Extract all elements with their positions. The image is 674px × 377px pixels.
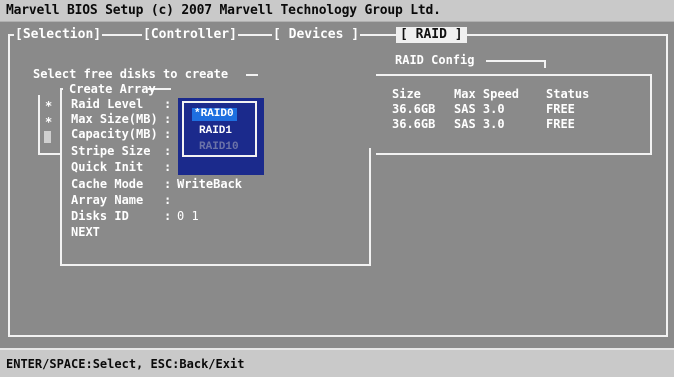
raid-config-underline-tick	[544, 60, 546, 68]
disk-status: FREE	[546, 117, 575, 131]
disks-panel-left	[38, 95, 40, 155]
status-bar: ENTER/SPACE:Select, ESC:Back/Exit	[0, 348, 674, 377]
column-header-status: Status	[546, 87, 590, 101]
column-header-max-speed: Max Speed	[454, 87, 520, 101]
next-button[interactable]: NEXT	[71, 226, 100, 239]
frame-bottom-line	[8, 335, 668, 337]
cache-mode-value[interactable]: WriteBack	[177, 178, 242, 191]
field-colon: :	[164, 144, 172, 158]
frame-right-line	[666, 34, 668, 337]
disks-id-value: 0 1	[177, 209, 199, 223]
tab-devices[interactable]: [ Devices ]	[272, 28, 361, 42]
raid-option-raid0[interactable]: *RAID0	[192, 108, 237, 121]
title-text: Marvell BIOS Setup (c) 2007 Marvell Tech…	[6, 3, 441, 18]
field-colon: :	[164, 160, 172, 174]
field-label-disks-id[interactable]: Disks ID	[71, 210, 129, 223]
field-colon: :	[164, 193, 172, 207]
dialog-right-line	[369, 148, 371, 266]
disks-panel-top-left	[246, 74, 258, 76]
tab-raid[interactable]: [ RAID ]	[396, 27, 467, 43]
raid-option-raid1[interactable]: RAID1	[199, 125, 232, 138]
disk-marker[interactable]: *	[45, 100, 52, 113]
field-colon: :	[164, 97, 172, 111]
disk-speed: SAS 3.0	[454, 102, 505, 116]
disks-panel-top-right	[376, 74, 651, 76]
field-label-max-size[interactable]: Max Size(MB)	[71, 113, 158, 126]
dialog-left-line	[60, 88, 62, 266]
frame-left-line	[8, 34, 10, 337]
field-colon: :	[164, 127, 172, 141]
dialog-bottom-line	[60, 264, 371, 266]
disk-size: 36.6GB	[392, 117, 436, 131]
create-array-title: Create Array	[69, 82, 156, 96]
select-free-disks-title: Select free disks to create	[33, 67, 229, 81]
field-label-stripe-size[interactable]: Stripe Size	[71, 145, 150, 158]
column-header-size: Size	[392, 87, 421, 101]
tab-controller[interactable]: [Controller]	[142, 28, 238, 42]
disk-speed: SAS 3.0	[454, 117, 505, 131]
bios-screen: Marvell BIOS Setup (c) 2007 Marvell Tech…	[0, 0, 674, 377]
disk-marker[interactable]: *	[45, 116, 52, 129]
key-help-text: ENTER/SPACE:Select, ESC:Back/Exit	[6, 357, 245, 371]
disk-size: 36.6GB	[392, 102, 436, 116]
disk-cursor	[44, 131, 51, 143]
tab-selection[interactable]: [Selection]	[14, 28, 103, 42]
disks-panel-bottom-left	[38, 153, 60, 155]
field-colon: :	[164, 177, 172, 191]
disks-panel-right	[650, 74, 652, 155]
title-bar: Marvell BIOS Setup (c) 2007 Marvell Tech…	[0, 0, 674, 22]
field-label-capacity[interactable]: Capacity(MB)	[71, 128, 158, 141]
raid-option-raid10: RAID10	[199, 141, 239, 153]
raid-config-title: RAID Config	[395, 53, 475, 67]
field-label-raid-level[interactable]: Raid Level	[71, 98, 143, 111]
field-colon: :	[164, 209, 172, 223]
field-label-cache-mode[interactable]: Cache Mode	[71, 178, 143, 191]
disks-panel-bottom	[376, 153, 652, 155]
field-colon: :	[164, 112, 172, 126]
raid-config-underline	[486, 60, 546, 62]
field-label-quick-init[interactable]: Quick Init	[71, 161, 143, 174]
disk-status: FREE	[546, 102, 575, 116]
field-label-array-name[interactable]: Array Name	[71, 194, 143, 207]
